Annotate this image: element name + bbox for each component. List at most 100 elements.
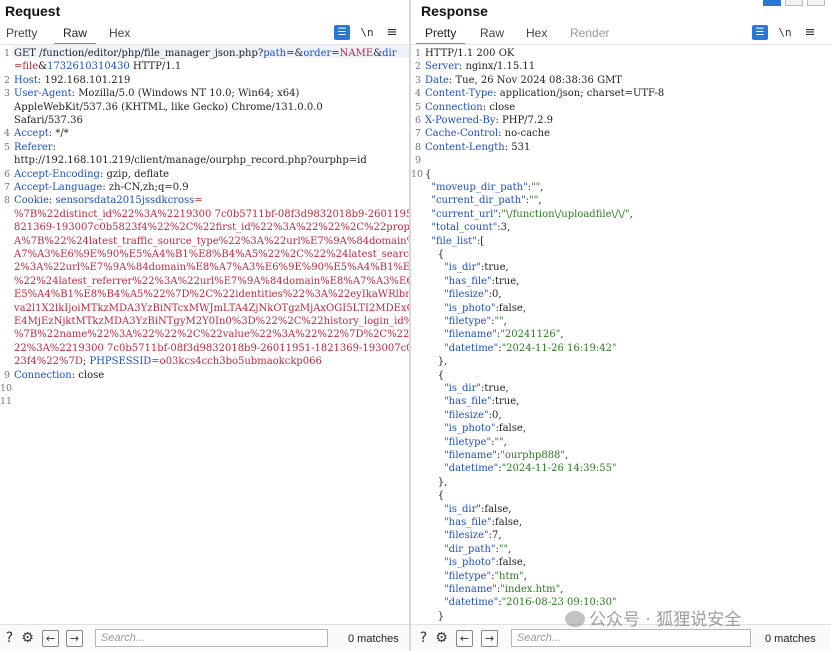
code-line: "filetype":"htm", <box>411 571 831 584</box>
code-text: "filename":"index.htm", <box>425 584 563 595</box>
code-text: "datetime":"2024-11-26 16:19:42" <box>425 343 616 354</box>
code-token: :true, <box>481 262 509 274</box>
code-text: "filesize":0, <box>425 289 502 301</box>
code-token: "current_dir_path" <box>431 195 526 207</box>
code-line: 10 <box>0 383 409 396</box>
request-tab-pretty[interactable]: Pretty <box>6 26 37 40</box>
code-token: & <box>38 61 48 73</box>
code-token: :false, <box>491 517 523 528</box>
gear-icon[interactable]: ⚙ <box>19 630 36 647</box>
code-text: Cookie: sensorsdata2015jssdkcross= <box>14 195 203 206</box>
vertical-view-icon[interactable] <box>807 0 825 6</box>
line-number: 4 <box>414 88 421 100</box>
request-editor[interactable]: 1 GET /function/editor/php/file_manager_j… <box>0 44 409 622</box>
code-token: }, <box>425 476 448 488</box>
response-tab-pretty[interactable]: Pretty <box>415 26 466 45</box>
show-newlines-icon[interactable]: \n <box>359 25 375 40</box>
code-token: "filetype" <box>444 570 492 582</box>
code-text: "is_photo":false, <box>425 303 526 314</box>
code-line: 4 Content-Type: application/json; charset… <box>411 88 831 101</box>
code-text: "filetype":"", <box>425 316 507 327</box>
code-line: "is_dir":false, <box>411 504 831 517</box>
hamburger-menu-icon[interactable]: ≡ <box>802 25 818 40</box>
code-text: Accept-Encoding: gzip, deflate <box>14 169 169 180</box>
line-number: 1 <box>414 48 421 59</box>
code-token: { <box>425 490 445 502</box>
code-line: "current_dir_path":"", <box>411 195 831 208</box>
show-newlines-icon[interactable]: \n <box>777 25 793 40</box>
split-view-icon[interactable] <box>763 0 781 6</box>
help-icon[interactable]: ? <box>415 630 432 647</box>
code-line: "filename":"20241126", <box>411 329 831 342</box>
code-token: NAME <box>339 48 374 59</box>
request-search-input[interactable] <box>95 629 328 647</box>
code-text: "filetype":"htm", <box>425 571 527 582</box>
code-line: 8 Cookie: sensorsdata2015jssdkcross= <box>0 195 409 208</box>
wrap-lines-icon[interactable]: ☰ <box>752 25 768 40</box>
code-token: :false, <box>495 302 526 314</box>
code-token: :true, <box>491 396 520 408</box>
code-line: "is_photo":false, <box>411 423 831 436</box>
response-tab-raw[interactable]: Raw <box>480 26 504 40</box>
code-text: =file&1732610310430 HTTP/1.1 <box>14 61 181 72</box>
hamburger-menu-icon[interactable]: ≡ <box>384 25 400 40</box>
code-line: "filename":"ourphp888", <box>411 450 831 463</box>
arrow-left-icon[interactable]: ← <box>456 630 473 647</box>
code-token: GET /function/editor/php/file_manager_js… <box>14 48 264 59</box>
wrap-lines-icon[interactable]: ☰ <box>334 25 350 40</box>
code-text: "file_list":[ <box>425 236 484 247</box>
code-line: 5 Referer: <box>0 142 409 155</box>
request-tab-hex[interactable]: Hex <box>109 26 130 40</box>
request-tab-raw[interactable]: Raw <box>53 26 97 45</box>
line-number: 1 <box>3 48 10 59</box>
code-token: : close <box>482 101 516 113</box>
response-tab-hex[interactable]: Hex <box>526 26 547 40</box>
horizontal-view-icon[interactable] <box>785 0 803 6</box>
code-token: "datetime" <box>444 597 499 609</box>
code-text: A%7B%22%24latest_traffic_source_type%22%… <box>14 236 409 247</box>
code-text: Cache-Control: no-cache <box>425 128 550 139</box>
code-text: }, <box>425 356 448 367</box>
code-line: { <box>411 370 831 383</box>
arrow-right-icon[interactable]: → <box>66 630 83 647</box>
code-text: Accept-Language: zh-CN,zh;q=0.9 <box>14 182 189 193</box>
code-line: 3 Date: Tue, 26 Nov 2024 08:38:36 GMT <box>411 75 831 88</box>
response-editor[interactable]: 1 HTTP/1.1 200 OK 2 Server: nginx/1.15.11 3 D… <box>411 44 831 622</box>
line-number: 8 <box>3 195 10 207</box>
code-text: "filename":"20241126", <box>425 329 563 340</box>
code-token: :0, <box>488 289 502 301</box>
code-token: :false, <box>495 423 526 435</box>
code-text: AppleWebKit/537.36 (KHTML, like Gecko) C… <box>14 102 323 113</box>
code-token: = <box>194 195 203 207</box>
help-icon[interactable]: ? <box>1 630 18 647</box>
code-line: 2%3A%22url%E7%9A%84domain%E8%A7%A3%E6%9E… <box>0 262 409 275</box>
code-token: Connection <box>425 101 483 113</box>
code-text: { <box>425 249 444 260</box>
code-token: 2%3A%22url%E7%9A%84domain%E8%A7%A3%E6%9E… <box>14 262 409 274</box>
code-token: =& <box>286 48 304 59</box>
code-line: =file&1732610310430 HTTP/1.1 <box>0 61 409 74</box>
code-text: "total_count":3, <box>425 222 510 233</box>
code-token: :false, <box>495 557 526 569</box>
code-text: Date: Tue, 26 Nov 2024 08:38:36 GMT <box>425 75 622 86</box>
code-line: http://192.168.101.219/client/manage/our… <box>0 155 409 168</box>
code-token: "has_file" <box>444 517 492 528</box>
code-line: "dir_path":"", <box>411 544 831 557</box>
gear-icon[interactable]: ⚙ <box>433 630 450 647</box>
code-text: "filesize":7, <box>425 530 501 541</box>
response-search-input[interactable] <box>511 629 751 647</box>
arrow-left-icon[interactable]: ← <box>42 630 59 647</box>
code-text: %7B%22name%22%3A%22%22%2C%22value%22%3A%… <box>14 329 409 340</box>
arrow-right-icon[interactable]: → <box>481 630 498 647</box>
code-token: :true, <box>491 275 520 287</box>
code-token: , <box>503 316 507 327</box>
response-tab-render[interactable]: Render <box>570 26 609 40</box>
code-text: http://192.168.101.219/client/manage/our… <box>14 155 367 166</box>
